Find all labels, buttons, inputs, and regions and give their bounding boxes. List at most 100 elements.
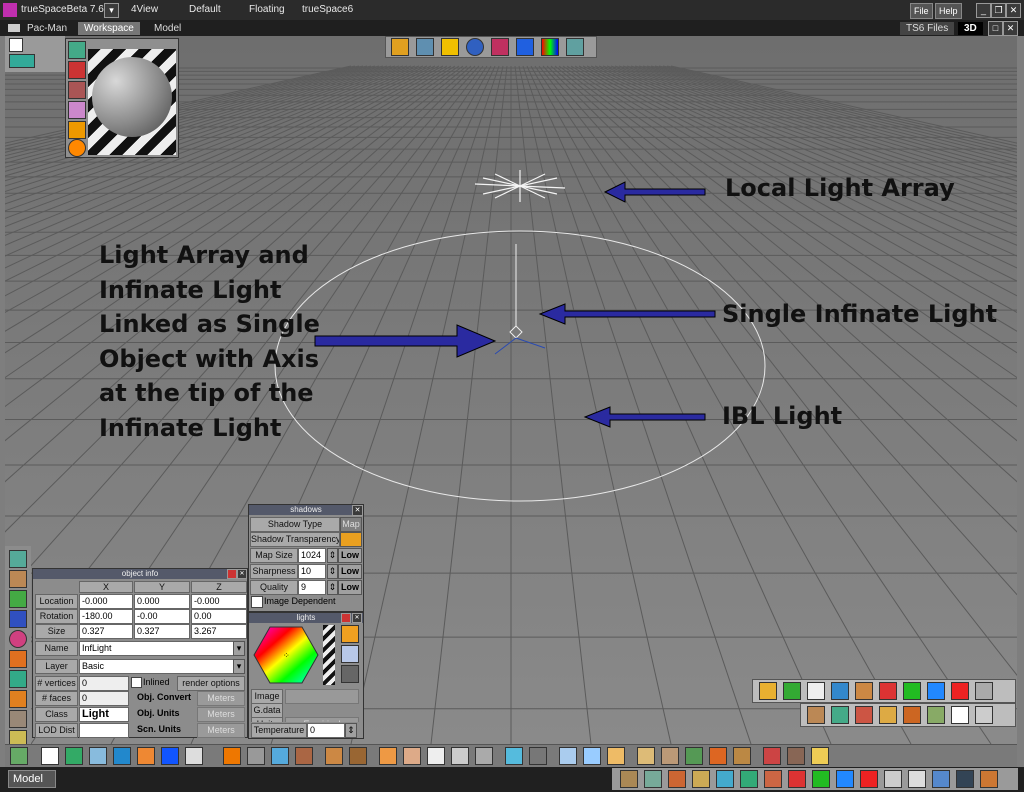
tab-pacman[interactable]: Pac-Man <box>21 22 73 35</box>
wrench-icon[interactable] <box>9 710 27 728</box>
tool-b30-icon[interactable] <box>787 747 805 765</box>
object-info-close-icon[interactable]: ✕ <box>237 569 247 579</box>
file-menu[interactable]: File <box>910 3 933 19</box>
st-tool5-icon[interactable] <box>716 770 734 788</box>
size-x-input[interactable]: 0.327 <box>79 624 133 639</box>
location-x-input[interactable]: -0.000 <box>79 594 133 609</box>
tool-b31-icon[interactable] <box>811 747 829 765</box>
eraser-icon[interactable] <box>831 682 849 700</box>
tool-b14-icon[interactable] <box>379 747 397 765</box>
lights-pin-icon[interactable] <box>341 613 351 623</box>
tool-b4-icon[interactable] <box>113 747 131 765</box>
axis-move-icon[interactable] <box>927 706 945 724</box>
st-tool15-icon[interactable] <box>956 770 974 788</box>
sphere-material-icon[interactable] <box>68 139 86 157</box>
st-axis-z-icon[interactable] <box>860 770 878 788</box>
tool-b25-icon[interactable] <box>661 747 679 765</box>
nodes-icon[interactable] <box>9 670 27 688</box>
sharpness-level[interactable]: Low <box>338 564 362 579</box>
tool-b13-icon[interactable] <box>349 747 367 765</box>
dropper-icon[interactable] <box>68 101 86 119</box>
st-scale-icon[interactable] <box>668 770 686 788</box>
tool-b24-icon[interactable] <box>637 747 655 765</box>
cube-icon[interactable] <box>9 650 27 668</box>
image-slot[interactable] <box>285 689 359 704</box>
layout-floating[interactable]: Floating <box>249 4 285 15</box>
view-3d-button[interactable]: 3D <box>958 22 983 35</box>
house-icon[interactable] <box>855 682 873 700</box>
pencil-icon[interactable] <box>9 730 27 744</box>
st-tool6-icon[interactable] <box>740 770 758 788</box>
molecule-icon[interactable] <box>9 590 27 608</box>
wire-cube-icon[interactable] <box>783 682 801 700</box>
tool-b3-icon[interactable] <box>89 747 107 765</box>
look-icon[interactable] <box>903 706 921 724</box>
minimize-icon[interactable]: _ <box>976 3 991 18</box>
lod-input[interactable] <box>79 723 129 738</box>
lights-close-icon[interactable]: ✕ <box>352 613 362 623</box>
tool-b20-icon[interactable] <box>529 747 547 765</box>
map-size-input[interactable]: 1024 <box>298 548 326 563</box>
temperature-stepper-icon[interactable]: ⇕ <box>345 723 357 738</box>
st-axis-x-icon[interactable] <box>812 770 830 788</box>
tool-b18-icon[interactable] <box>475 747 493 765</box>
st-tool12-icon[interactable] <box>884 770 902 788</box>
tool-b5-icon[interactable] <box>137 747 155 765</box>
tool-b17-icon[interactable] <box>451 747 469 765</box>
layer-select[interactable]: Basic <box>79 659 235 674</box>
map-size-stepper-icon[interactable]: ⇕ <box>327 548 338 563</box>
axis-y-icon[interactable] <box>927 682 945 700</box>
rotation-y-input[interactable]: -0.00 <box>134 609 190 624</box>
axis-x-icon[interactable] <box>903 682 921 700</box>
st-tool4-icon[interactable] <box>692 770 710 788</box>
object-icon[interactable] <box>9 54 35 68</box>
box-icon[interactable] <box>9 690 27 708</box>
tool-b15-icon[interactable] <box>403 747 421 765</box>
ad-icon[interactable] <box>466 38 484 56</box>
lasso-icon[interactable] <box>9 570 27 588</box>
layout-truespace6[interactable]: trueSpace6 <box>302 4 353 15</box>
tool-b26-icon[interactable] <box>685 747 703 765</box>
scn-units-meters[interactable]: Meters <box>197 723 245 738</box>
brush-icon[interactable] <box>68 81 86 99</box>
pointer-icon[interactable] <box>41 747 59 765</box>
tool-b7-icon[interactable] <box>185 747 203 765</box>
scene-icon[interactable] <box>416 38 434 56</box>
sharpness-input[interactable]: 10 <box>298 564 326 579</box>
layout-4view[interactable]: 4View <box>131 4 158 15</box>
size-z-input[interactable]: 3.267 <box>191 624 247 639</box>
tool-b12-icon[interactable] <box>325 747 343 765</box>
close-icon[interactable]: ✕ <box>1006 3 1021 18</box>
st-tool7-icon[interactable] <box>764 770 782 788</box>
layer-dropdown-icon[interactable]: ▾ <box>233 659 245 674</box>
sharpness-stepper-icon[interactable]: ⇕ <box>327 564 338 579</box>
ball-icon[interactable] <box>9 630 27 648</box>
arrow-down-icon[interactable] <box>975 706 993 724</box>
render-options-button[interactable]: render options <box>177 676 245 691</box>
restore-icon[interactable]: ❐ <box>991 3 1006 18</box>
object-info-pin-icon[interactable] <box>227 569 237 579</box>
st-tool16-icon[interactable] <box>980 770 998 788</box>
cone-icon[interactable] <box>9 610 27 628</box>
3d-viewport[interactable]: Local Light Array Single Infinate Light … <box>5 36 1017 744</box>
st-axis-y-icon[interactable] <box>836 770 854 788</box>
render-icon[interactable] <box>391 38 409 56</box>
tab-model[interactable]: Model <box>148 22 187 35</box>
light-bulb-icon[interactable] <box>441 38 459 56</box>
globe-grid-icon[interactable] <box>975 682 993 700</box>
temperature-input[interactable]: 0 <box>307 723 345 738</box>
tab-workspace[interactable]: Workspace <box>78 22 140 35</box>
tool-b6-icon[interactable] <box>161 747 179 765</box>
material-tool-icon[interactable] <box>68 41 86 59</box>
tool-b11-icon[interactable] <box>295 747 313 765</box>
tool-b8-icon[interactable] <box>223 747 241 765</box>
st-move-icon[interactable] <box>620 770 638 788</box>
select-icon[interactable] <box>9 38 23 52</box>
quality-input[interactable]: 9 <box>298 580 326 595</box>
light-sphere-icon[interactable] <box>341 665 359 683</box>
cylinder-icon[interactable] <box>68 121 86 139</box>
size-y-input[interactable]: 0.327 <box>134 624 190 639</box>
tool-b27-icon[interactable] <box>709 747 727 765</box>
light-type-icon[interactable] <box>341 625 359 643</box>
square-icon[interactable] <box>807 682 825 700</box>
